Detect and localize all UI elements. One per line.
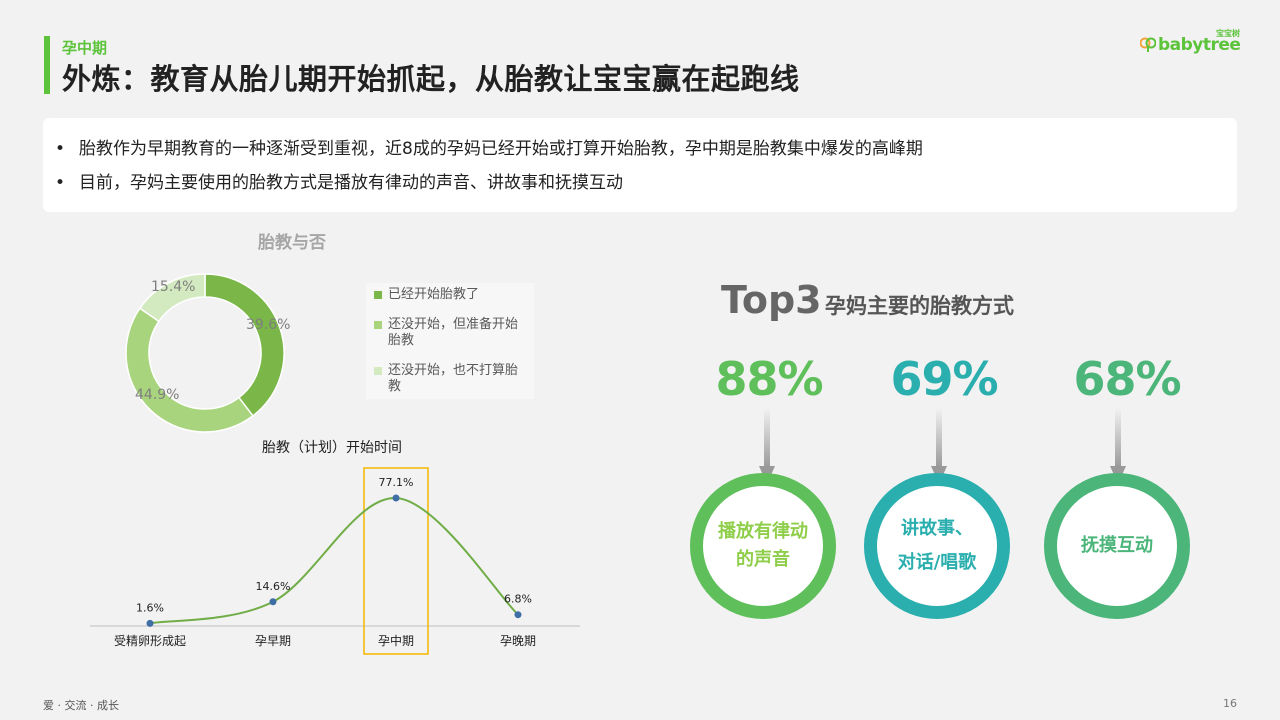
legend-swatch bbox=[374, 321, 382, 329]
method-text: 播放有律动 bbox=[718, 521, 808, 542]
bullet-text: 胎教作为早期教育的一种逐渐受到重视，近8成的孕妈已经开始或打算开始胎教，孕中期是… bbox=[79, 139, 923, 159]
bullet-item: • 目前，孕妈主要使用的胎教方式是播放有律动的声音、讲故事和抚摸互动 bbox=[55, 166, 1225, 200]
highlight-box bbox=[363, 467, 429, 655]
method-circle-3: 抚摸互动 bbox=[1044, 473, 1190, 619]
x-tick-label: 受精卵形成起 bbox=[114, 634, 186, 648]
data-label: 14.6% bbox=[256, 580, 291, 593]
legend-item: 还没开始，但准备开始胎教 bbox=[374, 317, 526, 349]
method-text: 的声音 bbox=[736, 549, 790, 570]
x-tick-label: 孕中期 bbox=[378, 633, 414, 648]
bullet-dot: • bbox=[55, 173, 66, 193]
babytree-logo: 宝宝树 babytree bbox=[1140, 29, 1241, 58]
data-label: 77.1% bbox=[379, 476, 414, 489]
logo-text: babytree bbox=[1158, 35, 1241, 55]
line-series bbox=[149, 496, 519, 625]
donut-legend: 已经开始胎教了 还没开始，但准备开始胎教 还没开始，也不打算胎教 bbox=[366, 283, 534, 399]
donut-chart bbox=[125, 273, 285, 433]
method-text: 对话/唱歌 bbox=[897, 552, 977, 573]
x-tick-label: 孕晚期 bbox=[500, 634, 536, 648]
donut-slice bbox=[125, 307, 254, 433]
legend-label: 已经开始胎教了 bbox=[388, 287, 480, 302]
section-subtitle: 孕中期 bbox=[62, 39, 108, 57]
top3-label: Top3 bbox=[721, 278, 822, 322]
legend-swatch bbox=[374, 291, 382, 299]
legend-item: 已经开始胎教了 bbox=[374, 287, 526, 303]
page-number: 16 bbox=[1223, 697, 1237, 710]
top3-pct-2: 69% bbox=[890, 352, 998, 406]
top3-pct-1: 88% bbox=[715, 352, 823, 406]
donut-label-planning: 44.9% bbox=[135, 387, 180, 403]
legend-label: 还没开始，也不打算胎教 bbox=[388, 363, 519, 394]
data-label: 6.8% bbox=[504, 593, 532, 606]
method-text: 讲故事、 bbox=[900, 518, 973, 539]
x-tick-label: 孕早期 bbox=[255, 634, 291, 648]
footer-slogan: 爱 · 交流 · 成长 bbox=[43, 699, 119, 712]
method-text: 抚摸互动 bbox=[1081, 535, 1153, 556]
bullet-item: • 胎教作为早期教育的一种逐渐受到重视，近8成的孕妈已经开始或打算开始胎教，孕中… bbox=[55, 132, 1225, 166]
legend-swatch bbox=[374, 367, 382, 375]
data-point bbox=[514, 611, 522, 619]
top3-subtitle: 孕妈主要的胎教方式 bbox=[825, 294, 1014, 318]
page-title: 外炼：教育从胎儿期开始抓起，从胎教让宝宝赢在起跑线 bbox=[62, 62, 800, 96]
donut-label-started: 39.6% bbox=[246, 317, 291, 333]
data-point bbox=[269, 598, 277, 606]
data-point bbox=[146, 619, 154, 627]
legend-item: 还没开始，也不打算胎教 bbox=[374, 363, 526, 395]
legend-label: 还没开始，但准备开始胎教 bbox=[388, 317, 519, 348]
donut-slice bbox=[204, 273, 285, 417]
data-point bbox=[392, 494, 400, 502]
donut-chart-title: 胎教与否 bbox=[258, 233, 326, 253]
top3-pct-3: 68% bbox=[1073, 352, 1181, 406]
donut-label-not-planning: 15.4% bbox=[151, 279, 196, 295]
method-circle-1: 播放有律动 的声音 bbox=[690, 473, 836, 619]
data-label: 1.6% bbox=[136, 601, 164, 614]
method-circle-2: 讲故事、 对话/唱歌 bbox=[864, 473, 1010, 619]
summary-box: • 胎教作为早期教育的一种逐渐受到重视，近8成的孕妈已经开始或打算开始胎教，孕中… bbox=[43, 118, 1237, 212]
bullet-text: 目前，孕妈主要使用的胎教方式是播放有律动的声音、讲故事和抚摸互动 bbox=[79, 173, 623, 193]
line-chart-title: 胎教（计划）开始时间 bbox=[262, 440, 402, 456]
logo-icon bbox=[1140, 37, 1156, 52]
bullet-dot: • bbox=[55, 139, 66, 159]
title-accent-bar bbox=[44, 36, 50, 94]
